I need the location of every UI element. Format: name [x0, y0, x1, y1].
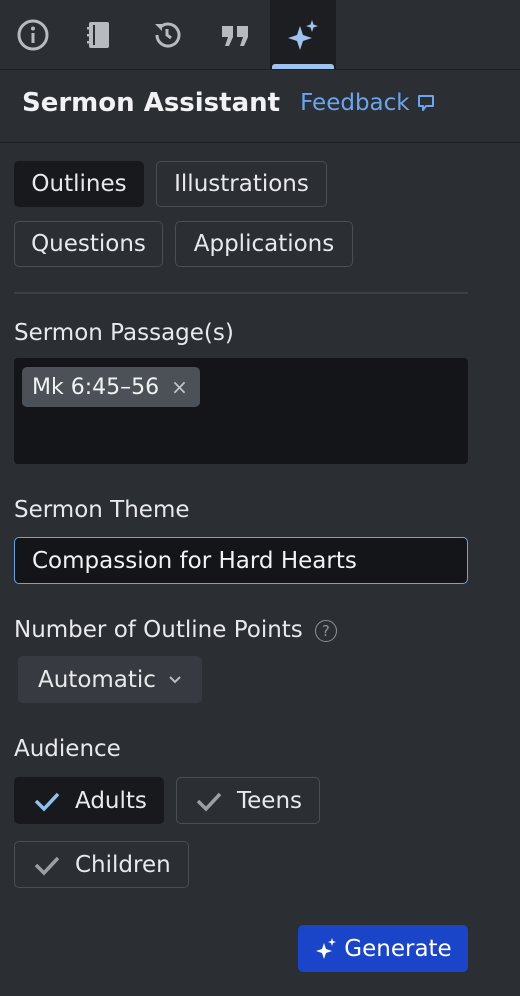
- sparkle-icon: [288, 19, 318, 50]
- sparkle-icon: [316, 937, 337, 959]
- panel-title: Sermon Assistant: [22, 88, 281, 118]
- passage-label: Sermon Passage(s): [14, 320, 234, 346]
- chevron-down-icon: [169, 675, 181, 683]
- mode-applications[interactable]: Applications: [175, 221, 353, 267]
- outline-points-select[interactable]: Automatic: [18, 656, 202, 703]
- tab-history[interactable]: [134, 0, 200, 69]
- tab-info[interactable]: [0, 0, 66, 69]
- mode-illustrations[interactable]: Illustrations: [156, 161, 327, 207]
- audience-teens[interactable]: Teens: [176, 777, 320, 824]
- audience-children-label: Children: [75, 851, 171, 878]
- theme-label: Sermon Theme: [14, 497, 190, 523]
- quote-icon: [222, 25, 248, 46]
- generate-label: Generate: [344, 935, 452, 962]
- passage-tag: Mk 6:45–56 ×: [22, 367, 200, 407]
- theme-input[interactable]: [14, 537, 468, 584]
- audience-adults-label: Adults: [75, 787, 147, 814]
- mode-outlines[interactable]: Outlines: [14, 161, 144, 207]
- panel-header: Sermon Assistant Feedback: [22, 88, 436, 118]
- section-divider: [14, 292, 468, 294]
- checkmark-icon: [196, 792, 222, 812]
- audience-children[interactable]: Children: [14, 841, 189, 888]
- header-divider: [0, 142, 520, 143]
- checkmark-icon: [34, 856, 60, 876]
- outline-points-label: Number of Outline Points?: [14, 617, 337, 643]
- mode-questions[interactable]: Questions: [14, 221, 163, 267]
- help-icon[interactable]: ?: [314, 619, 337, 642]
- audience-label: Audience: [14, 736, 121, 762]
- generate-button[interactable]: Generate: [298, 925, 468, 972]
- audience-adults[interactable]: Adults: [14, 777, 164, 824]
- history-icon: [155, 22, 181, 48]
- info-icon: [17, 19, 49, 50]
- passage-tag-label: Mk 6:45–56: [32, 374, 160, 400]
- feedback-link[interactable]: Feedback: [300, 90, 436, 116]
- outline-points-value: Automatic: [38, 666, 156, 693]
- outline-points-text: Number of Outline Points: [14, 617, 303, 643]
- audience-teens-label: Teens: [237, 787, 303, 814]
- remove-tag-icon[interactable]: ×: [171, 375, 188, 399]
- tab-sermon-assistant[interactable]: [270, 0, 336, 69]
- tool-tabs: [0, 0, 520, 70]
- passage-input[interactable]: Mk 6:45–56 ×: [14, 358, 468, 464]
- checkmark-icon: [34, 792, 60, 812]
- feedback-label: Feedback: [300, 90, 410, 116]
- tab-notebook[interactable]: [66, 0, 132, 69]
- speech-bubble-icon: [417, 95, 434, 111]
- tab-quotes[interactable]: [202, 0, 268, 69]
- notebook-icon: [87, 21, 109, 48]
